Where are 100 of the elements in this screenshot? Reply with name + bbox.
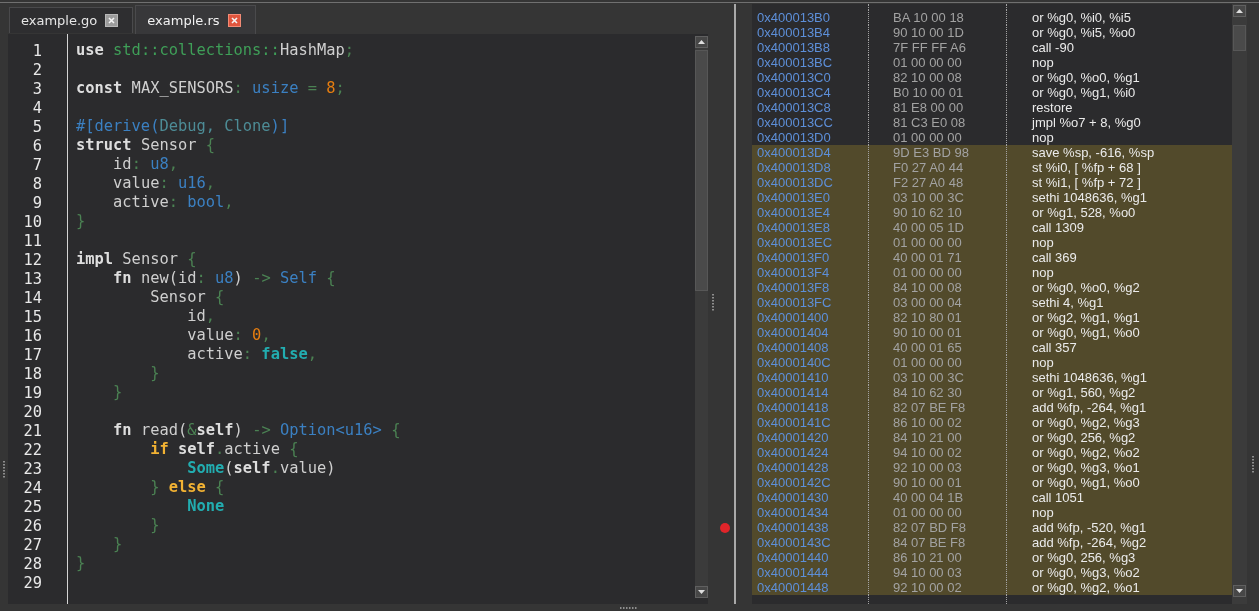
opcode-bytes: 94 10 00 03: [893, 565, 962, 580]
scrollbar[interactable]: [1232, 4, 1247, 604]
instruction-text: nop: [1032, 355, 1054, 370]
instruction-text: jmpl %o7 + 8, %g0: [1032, 115, 1141, 130]
instruction-text: or %g1, 560, %g2: [1032, 385, 1136, 400]
memory-address: 0x40001440: [757, 550, 829, 565]
disassembly-row[interactable]: 0x400013FC 03 00 00 04 sethi 4, %g1: [752, 295, 1232, 310]
opcode-bytes: 03 10 00 3C: [893, 370, 964, 385]
disassembly-row[interactable]: 0x40001444 94 10 00 03 or %g0, %g3, %o2: [752, 565, 1232, 580]
memory-address: 0x40001408: [757, 340, 829, 355]
memory-address: 0x400013D8: [757, 160, 831, 175]
disassembly-row[interactable]: 0x40001410 03 10 00 3C sethi 1048636, %g1: [752, 370, 1232, 385]
disassembly-row[interactable]: 0x4000140C 01 00 00 00 nop: [752, 355, 1232, 370]
file-tab[interactable]: example.go: [9, 7, 134, 33]
line-number: 17: [23, 346, 42, 364]
disassembly-row[interactable]: 0x400013E0 03 10 00 3C sethi 1048636, %g1: [752, 190, 1232, 205]
disassembly-row[interactable]: 0x40001434 01 00 00 00 nop: [752, 505, 1232, 520]
disassembly-row[interactable]: 0x4000142C 90 10 00 01 or %g0, %g1, %o0: [752, 475, 1232, 490]
code-line: }: [113, 383, 123, 402]
disassembly-row[interactable]: 0x400013F8 84 10 00 08 or %g0, %o0, %g2: [752, 280, 1232, 295]
opcode-bytes: F2 27 A0 48: [893, 175, 964, 190]
scroll-up-button[interactable]: [695, 36, 708, 48]
disassembly-row[interactable]: 0x400013E4 90 10 62 10 or %g1, 528, %o0: [752, 205, 1232, 220]
opcode-bytes: 82 10 00 08: [893, 70, 962, 85]
code-line: fn read(&self) -> Option<u16> {: [113, 421, 401, 440]
memory-address: 0x40001420: [757, 430, 829, 445]
instruction-text: or %g1, 528, %o0: [1032, 205, 1136, 220]
instruction-text: sethi 1048636, %g1: [1032, 190, 1147, 205]
disassembly-row[interactable]: 0x400013EC 01 00 00 00 nop: [752, 235, 1232, 250]
scroll-down-button[interactable]: [1233, 585, 1246, 597]
disassembly-row[interactable]: 0x400013F4 01 00 00 00 nop: [752, 265, 1232, 280]
scrollbar-thumb[interactable]: [1233, 25, 1246, 51]
disassembly-row[interactable]: 0x400013CC 81 C3 E0 08 jmpl %o7 + 8, %g0: [752, 115, 1232, 130]
drag-handle-icon[interactable]: [712, 294, 714, 311]
code-line: impl Sensor {: [76, 250, 197, 269]
line-number: 25: [23, 498, 42, 516]
triangle-up-icon: [1236, 9, 1243, 13]
disassembly-row[interactable]: 0x40001418 82 07 BE F8 add %fp, -264, %g1: [752, 400, 1232, 415]
disassembly-row[interactable]: 0x400013C8 81 E8 00 00 restore: [752, 100, 1232, 115]
drag-handle-icon[interactable]: [1252, 456, 1254, 473]
disassembly-row[interactable]: 0x40001414 84 10 62 30 or %g1, 560, %g2: [752, 385, 1232, 400]
disassembly-row[interactable]: 0x400013D4 9D E3 BD 98 save %sp, -616, %sp: [752, 145, 1232, 160]
disassembly-row[interactable]: 0x400013C4 B0 10 00 01 or %g0, %g1, %i0: [752, 85, 1232, 100]
disassembly-row[interactable]: 0x40001400 82 10 80 01 or %g2, %g1, %g1: [752, 310, 1232, 325]
file-tab[interactable]: example.rs: [135, 5, 256, 34]
opcode-bytes: F0 27 A0 44: [893, 160, 964, 175]
opcode-bytes: 40 00 01 65: [893, 340, 962, 355]
scroll-up-button[interactable]: [1233, 5, 1246, 17]
scrollbar-thumb[interactable]: [695, 50, 708, 291]
close-icon[interactable]: [227, 13, 241, 27]
disassembly-row[interactable]: 0x40001438 82 07 BD F8 add %fp, -520, %g1: [752, 520, 1232, 535]
code-line: }: [76, 554, 86, 573]
disassembly-row[interactable]: 0x40001404 90 10 00 01 or %g0, %g1, %o0: [752, 325, 1232, 340]
disassembly-row[interactable]: 0x4000141C 86 10 00 02 or %g0, %g2, %g3: [752, 415, 1232, 430]
instruction-text: sethi 4, %g1: [1032, 295, 1104, 310]
disassembly-row[interactable]: 0x4000143C 84 07 BE F8 add %fp, -264, %g2: [752, 535, 1232, 550]
disassembly-row[interactable]: 0x40001428 92 10 00 03 or %g0, %g3, %o1: [752, 460, 1232, 475]
memory-address: 0x40001428: [757, 460, 829, 475]
memory-address: 0x40001448: [757, 580, 829, 595]
disassembly-row[interactable]: 0x40001430 40 00 04 1B call 1051: [752, 490, 1232, 505]
instruction-text: or %g0, %g1, %i0: [1032, 85, 1136, 100]
breakpoint-icon[interactable]: [720, 522, 730, 533]
disassembly-row[interactable]: 0x400013BC 01 00 00 00 nop: [752, 55, 1232, 70]
line-number: 1: [32, 42, 42, 60]
line-number: 18: [23, 365, 42, 383]
disassembly-row[interactable]: 0x40001448 92 10 00 02 or %g0, %g2, %o1: [752, 580, 1232, 595]
opcode-bytes: 40 00 05 1D: [893, 220, 964, 235]
line-number: 5: [32, 118, 42, 136]
scroll-down-button[interactable]: [695, 586, 708, 598]
memory-address: 0x40001424: [757, 445, 829, 460]
disassembly-row[interactable]: 0x400013E8 40 00 05 1D call 1309: [752, 220, 1232, 235]
scrollbar[interactable]: [695, 36, 708, 598]
disassembly-row[interactable]: 0x400013DC F2 27 A0 48 st %i1, [ %fp + 72 ]: [752, 175, 1232, 190]
instruction-text: call 1051: [1032, 490, 1085, 505]
disassembly-row[interactable]: 0x40001420 84 10 21 00 or %g0, 256, %g2: [752, 430, 1232, 445]
instruction-text: or %g0, 256, %g2: [1032, 430, 1136, 445]
code-line: active: bool,: [113, 193, 234, 212]
disassembly-row[interactable]: 0x40001424 94 10 00 02 or %g0, %g2, %o2: [752, 445, 1232, 460]
memory-address: 0x400013B0: [757, 10, 830, 25]
disassembly-row[interactable]: 0x400013B8 7F FF FF A6 call -90: [752, 40, 1232, 55]
disassembly-row[interactable]: 0x400013C0 82 10 00 08 or %g0, %o0, %g1: [752, 70, 1232, 85]
instruction-text: or %g0, %g3, %o2: [1032, 565, 1140, 580]
opcode-bytes: 86 10 00 02: [893, 415, 962, 430]
drag-handle-icon[interactable]: [620, 606, 637, 609]
close-icon[interactable]: [105, 14, 119, 27]
memory-address: 0x400013DC: [757, 175, 833, 190]
disassembly-row[interactable]: 0x400013D8 F0 27 A0 44 st %i0, [ %fp + 68 ]: [752, 160, 1232, 175]
opcode-bytes: 03 00 00 04: [893, 295, 962, 310]
disassembly-row[interactable]: 0x400013B0 BA 10 00 18 or %g0, %i0, %i5: [752, 10, 1232, 25]
opcode-bytes: 92 10 00 03: [893, 460, 962, 475]
disassembly-row[interactable]: 0x40001440 86 10 21 00 or %g0, 256, %g3: [752, 550, 1232, 565]
instruction-text: call 369: [1032, 250, 1077, 265]
disassembly-row[interactable]: 0x400013B4 90 10 00 1D or %g0, %i5, %o0: [752, 25, 1232, 40]
disassembly-row[interactable]: 0x40001408 40 00 01 65 call 357: [752, 340, 1232, 355]
drag-handle-icon[interactable]: [3, 461, 5, 478]
opcode-bytes: 81 E8 00 00: [893, 100, 964, 115]
memory-address: 0x40001418: [757, 400, 829, 415]
instruction-text: call 1309: [1032, 220, 1085, 235]
disassembly-row[interactable]: 0x400013F0 40 00 01 71 call 369: [752, 250, 1232, 265]
memory-address: 0x40001400: [757, 310, 829, 325]
